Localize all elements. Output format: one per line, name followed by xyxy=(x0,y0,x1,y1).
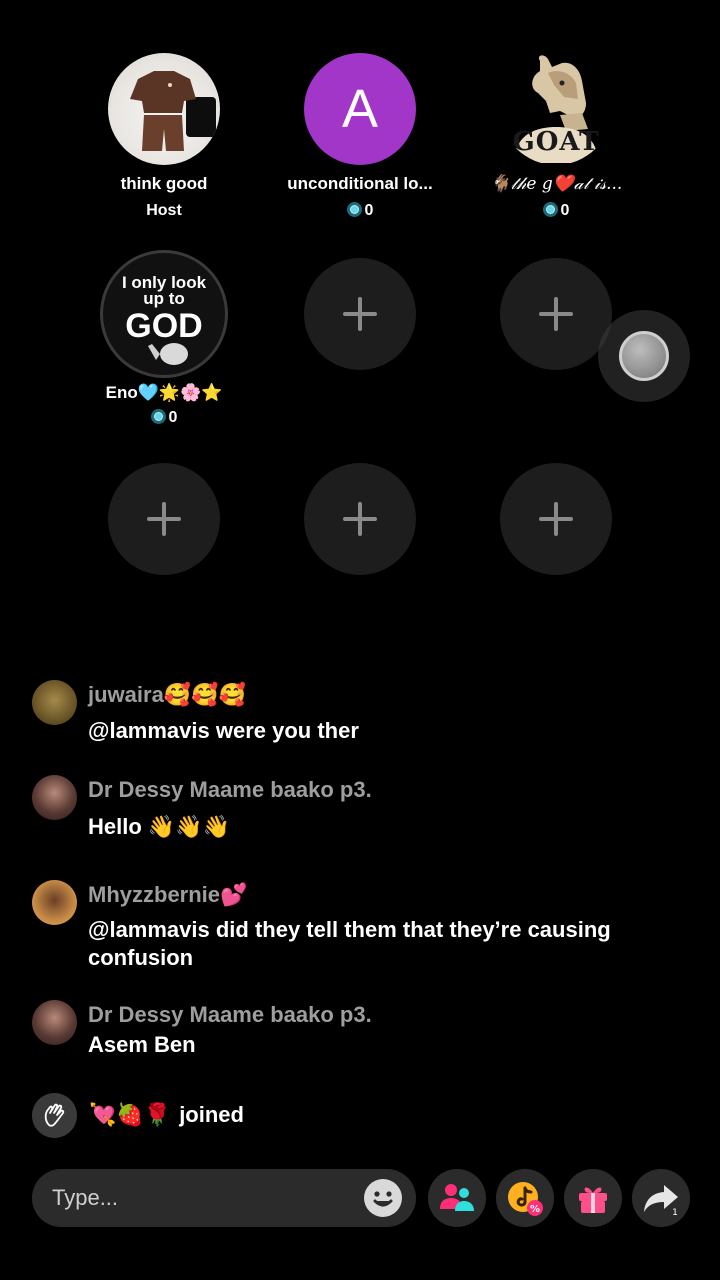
user-avatar[interactable] xyxy=(32,880,77,925)
add-seat-button[interactable] xyxy=(500,258,612,370)
guest-avatar-god[interactable]: I only look up to GOD xyxy=(100,250,228,378)
comment-input[interactable] xyxy=(52,1185,364,1211)
chat-username[interactable]: Dr Dessy Maame baako p3. xyxy=(88,1000,372,1030)
gift-button[interactable] xyxy=(564,1169,622,1227)
svg-text:%: % xyxy=(530,1204,540,1215)
goat-avatar-text: GOAT xyxy=(512,127,600,157)
add-seat-button[interactable] xyxy=(304,258,416,370)
people-icon xyxy=(440,1184,474,1211)
add-seat-button[interactable] xyxy=(304,463,416,575)
share-button[interactable]: 1 xyxy=(632,1169,690,1227)
guest-coin-count: 0 xyxy=(456,201,656,221)
joined-user[interactable]: 💘🍓🌹 xyxy=(89,1103,171,1128)
empty-seat[interactable] xyxy=(456,463,656,575)
wave-hand-icon[interactable] xyxy=(32,1092,77,1138)
host-avatar[interactable] xyxy=(108,53,220,165)
plus-icon xyxy=(147,502,181,536)
chat-message: Dr Dessy Maame baako p3. Hello 👋👋👋 xyxy=(32,775,692,845)
coin-icon xyxy=(542,202,558,217)
plus-icon xyxy=(343,297,377,331)
baby-image xyxy=(148,343,188,365)
seat-guest-3[interactable]: I only look up to GOD Eno🩵🌟🌸⭐ 0 xyxy=(64,250,264,428)
svg-text:1: 1 xyxy=(672,1208,678,1217)
plus-icon xyxy=(343,502,377,536)
outfit-photo xyxy=(130,71,216,151)
chat-message: Dr Dessy Maame baako p3. Asem Ben xyxy=(32,1000,692,1062)
chat-text: Hello 👋👋👋 xyxy=(88,814,231,839)
chat-text: Asem Ben xyxy=(88,1032,196,1057)
plus-icon xyxy=(539,502,573,536)
guest-avatar-goat[interactable]: GOAT xyxy=(500,53,612,165)
guest-name: 🐐𝓉𝒽𝑒 g❤️𝒶𝓉 𝒾𝓈... xyxy=(489,174,623,194)
coin-icon xyxy=(346,202,362,217)
comment-input-box[interactable] xyxy=(32,1169,416,1227)
host-name: think good xyxy=(120,174,208,193)
guest-avatar-letter[interactable]: A xyxy=(304,53,416,165)
chat-text: @lammavis were you ther xyxy=(88,718,359,743)
empty-seat[interactable] xyxy=(260,258,460,370)
seat-guest-2[interactable]: GOAT 🐐𝓉𝒽𝑒 g❤️𝒶𝓉 𝒾𝓈... 0 xyxy=(456,53,656,221)
chat-username[interactable]: Mhyzzbernie💕 xyxy=(88,880,247,910)
guest-name: unconditional lo... xyxy=(287,174,433,193)
add-seat-button[interactable] xyxy=(108,463,220,575)
host-role-label: Host xyxy=(146,202,182,219)
plus-icon xyxy=(539,297,573,331)
live-room-screen: think good Host A unconditional lo... 0 … xyxy=(0,0,720,1280)
joined-label: joined xyxy=(179,1102,244,1127)
add-seat-button[interactable] xyxy=(500,463,612,575)
seat-host[interactable]: think good Host xyxy=(64,53,264,221)
floating-knob xyxy=(619,331,669,381)
guest-coin-count: 0 xyxy=(64,408,264,428)
coin-icon xyxy=(150,409,166,424)
chat-username[interactable]: Dr Dessy Maame baako p3. xyxy=(88,775,372,805)
chat-text: @lammavis did they tell them that they’r… xyxy=(88,917,611,970)
chat-message: juwaira🥰🥰🥰 @lammavis were you ther xyxy=(32,680,692,743)
guest-coin-count: 0 xyxy=(260,201,460,221)
share-arrow-icon: 1 xyxy=(644,1185,678,1217)
user-avatar[interactable] xyxy=(32,680,77,725)
gift-icon xyxy=(579,1187,607,1213)
floating-control-handle[interactable] xyxy=(598,310,690,402)
smiley-icon[interactable] xyxy=(364,1179,402,1217)
promo-button[interactable]: % xyxy=(496,1169,554,1227)
empty-seat[interactable] xyxy=(64,463,264,575)
guests-button[interactable] xyxy=(428,1169,486,1227)
avatar-letter: A xyxy=(341,79,379,139)
tiktok-coupon-icon: % xyxy=(508,1182,543,1216)
join-notice: 💘🍓🌹 joined xyxy=(32,1092,244,1138)
chat-message: Mhyzzbernie💕 @lammavis did they tell the… xyxy=(32,880,692,975)
user-avatar[interactable] xyxy=(32,1000,77,1045)
user-avatar[interactable] xyxy=(32,775,77,820)
seat-guest-1[interactable]: A unconditional lo... 0 xyxy=(260,53,460,221)
empty-seat[interactable] xyxy=(260,463,460,575)
guest-name: Eno🩵🌟🌸⭐ xyxy=(105,383,223,402)
chat-username[interactable]: juwaira🥰🥰🥰 xyxy=(88,680,246,710)
